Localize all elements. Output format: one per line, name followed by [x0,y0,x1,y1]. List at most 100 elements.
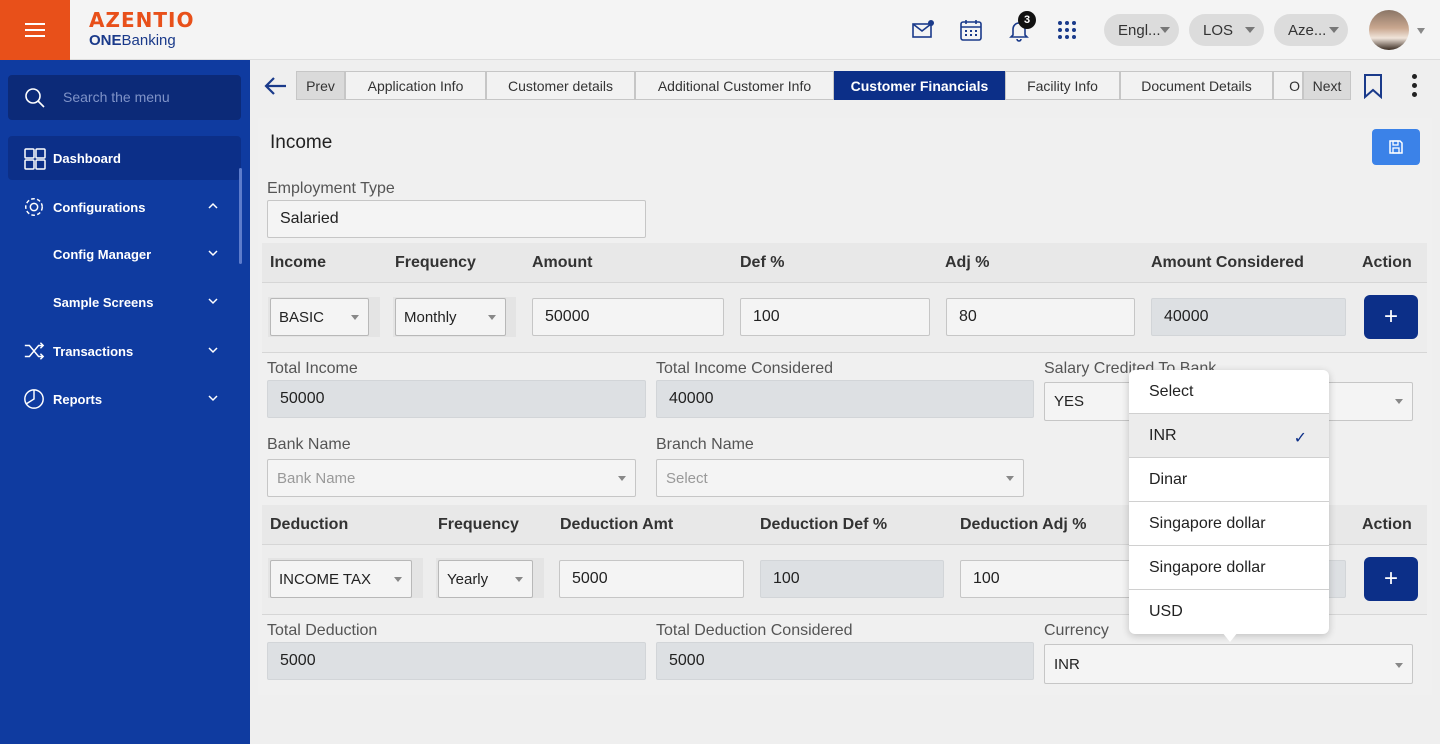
total-deduction-considered-label: Total Deduction Considered [656,622,853,639]
tab-application-info[interactable]: Application Info [345,71,486,100]
column-header: Deduction Amt [560,516,674,533]
column-header: Deduction [270,516,349,533]
chevron-down-icon [1329,27,1339,33]
chevron-down-icon[interactable] [1417,28,1425,34]
module-select[interactable]: LOS [1189,14,1264,46]
calendar-icon[interactable] [959,18,983,42]
caret-down-icon [351,315,359,320]
sidebar-item-label: Transactions [53,344,134,359]
total-income-considered-label: Total Income Considered [656,360,833,377]
chevron-down-icon [1245,27,1255,33]
add-income-button[interactable]: + [1364,295,1418,339]
column-header: Deduction Def % [760,516,888,533]
column-header: Action [1362,254,1412,271]
menu-search-input[interactable]: Search the menu [8,75,241,120]
sidebar-item-configurations[interactable]: Configurations [8,185,241,229]
back-arrow-icon[interactable] [264,75,288,97]
sidebar-item-dashboard[interactable]: Dashboard [8,136,241,180]
tab-overflow[interactable]: O [1273,71,1303,100]
tab-customer-financials[interactable]: Customer Financials [834,71,1005,100]
tab-prev-button[interactable]: Prev [296,71,345,100]
gear-icon [25,198,43,216]
sidebar: Search the menu Dashboard Configurations… [0,60,250,744]
avatar[interactable] [1369,10,1409,50]
income-adj-input[interactable]: 80 [946,298,1135,336]
branch-name-select[interactable]: Select [656,459,1024,497]
language-select[interactable]: Engl... [1104,14,1179,46]
deduction-type-select[interactable]: INCOME TAX [270,560,412,598]
apps-grid-icon[interactable] [1055,18,1079,42]
dropdown-option-selected[interactable]: INR ✓ [1129,414,1329,458]
bank-name-label: Bank Name [267,436,351,453]
save-icon [1389,140,1403,154]
column-header: Adj % [945,254,990,271]
sidebar-item-label: Configurations [53,200,146,215]
income-frequency-select[interactable]: Monthly [395,298,506,336]
employment-type-label: Employment Type [267,180,395,197]
sidebar-item-sample-screens[interactable]: Sample Screens [8,280,241,324]
tab-additional-customer-info[interactable]: Additional Customer Info [635,71,834,100]
caret-down-icon [488,315,496,320]
caret-down-icon [618,476,626,481]
total-deduction-label: Total Deduction [267,622,378,639]
tab-document-details[interactable]: Document Details [1120,71,1273,100]
tab-next-button[interactable]: Next [1303,71,1351,100]
search-placeholder: Search the menu [63,89,170,105]
dropdown-option[interactable]: Select [1129,370,1329,414]
income-def-input[interactable]: 100 [740,298,930,336]
tab-facility-info[interactable]: Facility Info [1005,71,1120,100]
chevron-down-icon [208,395,218,402]
more-options-icon[interactable] [1412,74,1417,101]
dropdown-option[interactable]: Dinar [1129,458,1329,502]
employment-type-field[interactable]: Salaried [267,200,646,238]
bank-name-select[interactable]: Bank Name [267,459,636,497]
deduction-adj-input[interactable]: 100 [960,560,1140,598]
page-title: Income [270,132,333,153]
caret-down-icon [1395,399,1403,404]
chevron-down-icon [208,347,218,354]
total-income-considered-field: 40000 [656,380,1034,418]
chevron-down-icon [208,298,218,305]
deduction-amount-input[interactable]: 5000 [559,560,744,598]
currency-dropdown-menu: Select INR ✓ Dinar Singapore dollar Singa… [1129,370,1329,634]
deduction-frequency-select[interactable]: Yearly [438,560,533,598]
dropdown-option[interactable]: Singapore dollar [1129,546,1329,590]
income-amount-input[interactable]: 50000 [532,298,724,336]
pie-chart-icon [24,389,44,409]
sidebar-item-transactions[interactable]: Transactions [8,329,241,373]
add-deduction-button[interactable]: + [1364,557,1418,601]
chevron-up-icon [208,202,218,209]
save-button[interactable] [1372,129,1420,165]
caret-down-icon [1006,476,1014,481]
column-header: Frequency [438,516,519,533]
chevron-down-icon [208,250,218,257]
currency-select[interactable]: INR [1044,644,1413,684]
income-type-select[interactable]: BASIC [270,298,369,336]
total-deduction-considered-field: 5000 [656,642,1034,680]
sidebar-item-reports[interactable]: Reports [8,377,241,421]
amount-considered-field: 40000 [1151,298,1346,336]
user-select[interactable]: Aze... [1274,14,1348,46]
total-income-label: Total Income [267,360,358,377]
column-header: Income [270,254,327,271]
brand-subtitle: ONEBanking [89,32,176,49]
caret-down-icon [1395,663,1403,668]
column-header: Def % [740,254,785,271]
sidebar-item-config-manager[interactable]: Config Manager [8,232,241,276]
grid-icon [24,148,46,170]
branch-name-label: Branch Name [656,436,754,453]
currency-label: Currency [1044,622,1109,639]
bookmark-icon[interactable] [1363,73,1383,99]
caret-down-icon [515,577,523,582]
deduction-def-field: 100 [760,560,944,598]
dropdown-pointer [1222,632,1238,642]
tab-customer-details[interactable]: Customer details [486,71,635,100]
menu-toggle-button[interactable] [0,0,70,60]
mail-icon[interactable] [911,18,935,42]
dropdown-option[interactable]: USD [1129,590,1329,634]
chevron-down-icon [1160,27,1170,33]
total-income-field: 50000 [267,380,646,418]
app-logo: AZENTIO ONEBanking [89,8,194,49]
dropdown-option[interactable]: Singapore dollar [1129,502,1329,546]
sidebar-scrollbar[interactable] [239,168,242,264]
